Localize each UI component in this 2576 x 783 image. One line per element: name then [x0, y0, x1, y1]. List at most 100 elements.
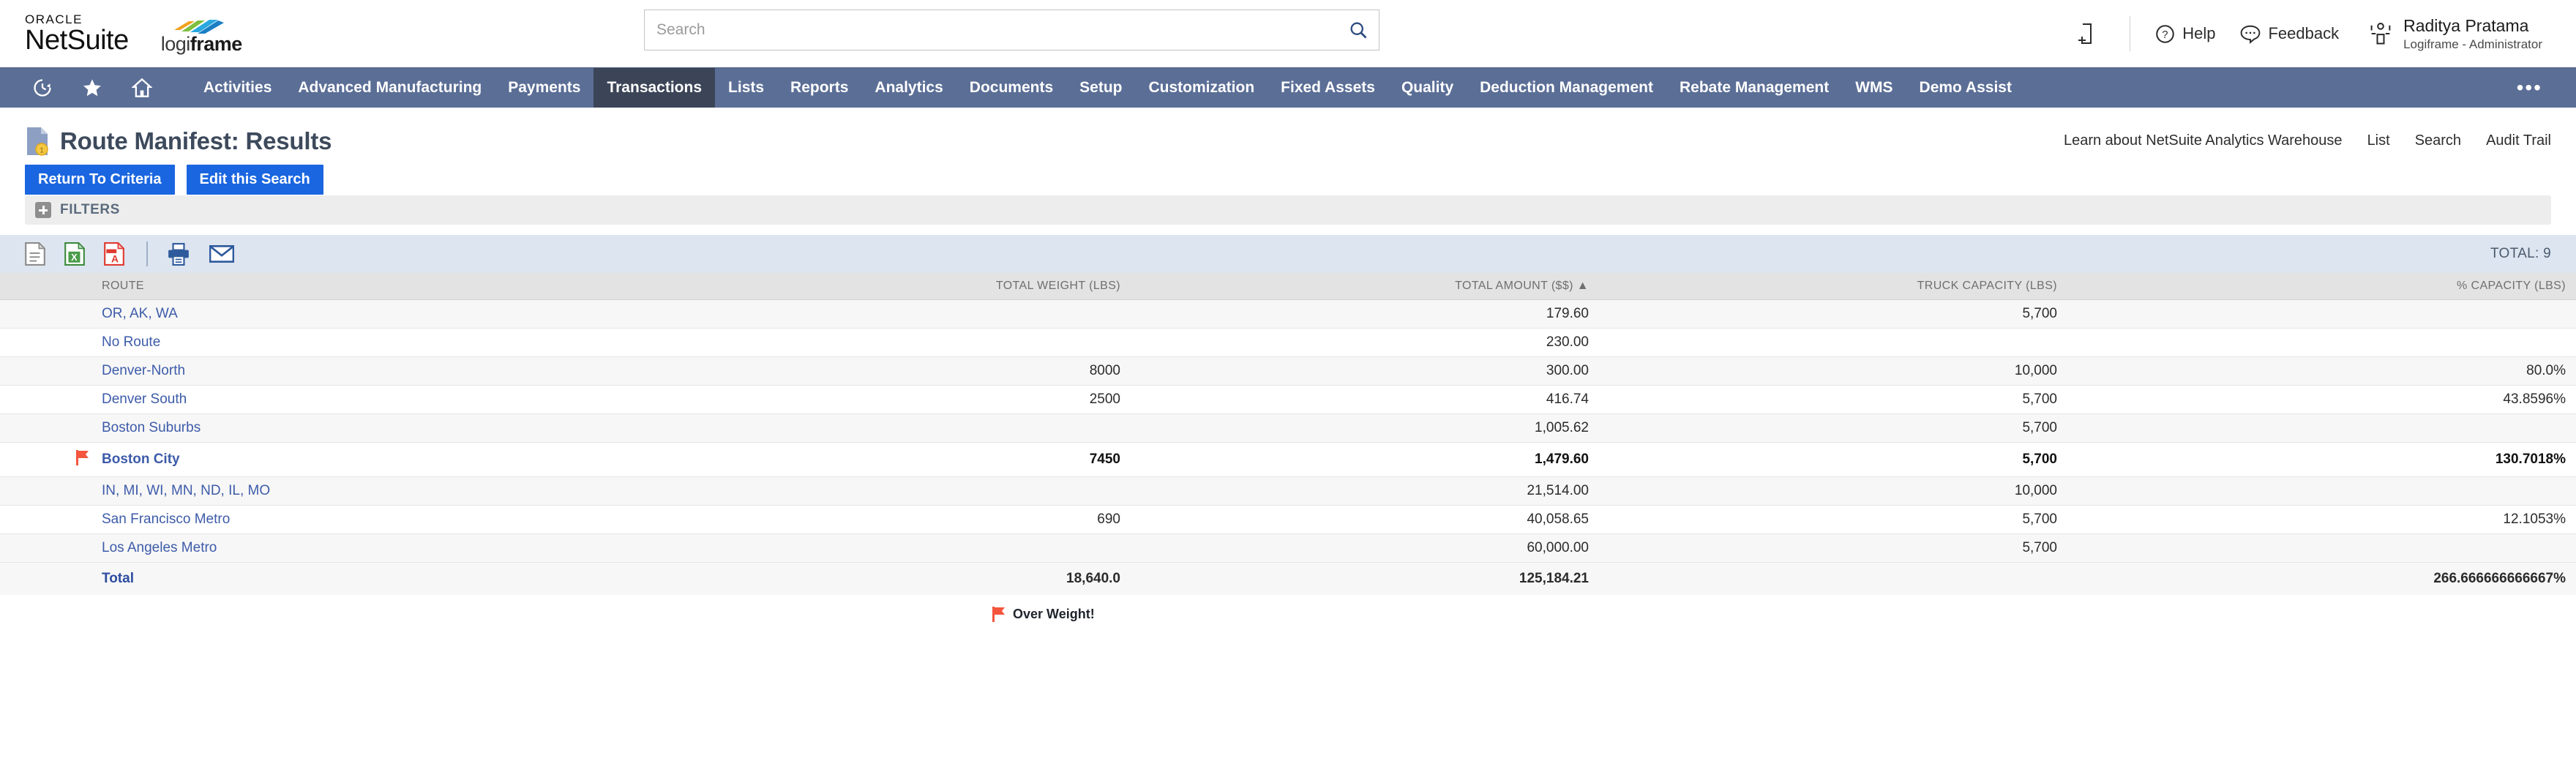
link-learn-analytics-warehouse[interactable]: Learn about NetSuite Analytics Warehouse	[2064, 132, 2343, 149]
cell-truck-capacity: 5,700	[1599, 534, 2067, 563]
global-search[interactable]	[644, 10, 1379, 50]
route-link[interactable]: Boston Suburbs	[102, 420, 201, 435]
header-right-actions: ? Help Feedback Raditya Prat	[2052, 0, 2576, 67]
link-list[interactable]: List	[2367, 132, 2390, 149]
search-icon[interactable]	[1348, 20, 1368, 40]
table-row[interactable]: Los Angeles Metro 60,000.00 5,700	[0, 534, 2576, 563]
link-audit-trail[interactable]: Audit Trail	[2486, 132, 2551, 149]
export-pdf-icon: A	[104, 242, 124, 266]
oracle-wordmark: ORACLE	[25, 13, 129, 26]
feedback-bubble-icon	[2240, 24, 2261, 44]
nav-label: Advanced Manufacturing	[298, 79, 482, 97]
oracle-netsuite-logo[interactable]: ORACLE NetSuite	[25, 13, 129, 53]
cell-route: Boston City	[91, 443, 662, 477]
table-row[interactable]: Denver South 2500 416.74 5,700 43.8596%	[0, 386, 2576, 414]
export-excel-button[interactable]: X	[64, 242, 85, 266]
cell-pct-capacity	[2067, 300, 2576, 329]
nav-item-transactions[interactable]: Transactions	[594, 68, 715, 108]
total-capacity	[1599, 563, 2067, 596]
favorites-button[interactable]	[82, 78, 102, 98]
help-button[interactable]: ? Help	[2155, 24, 2215, 44]
cell-truck-capacity: 5,700	[1599, 414, 2067, 443]
column-header-total-weight[interactable]: TOTAL WEIGHT (LBS)	[662, 273, 1131, 300]
export-pdf-button[interactable]: A	[104, 242, 124, 266]
cell-pct-capacity: 80.0%	[2067, 357, 2576, 386]
filters-bar[interactable]: FILTERS	[25, 195, 2551, 225]
nav-item-analytics[interactable]: Analytics	[861, 68, 956, 108]
user-menu[interactable]: Raditya Pratama Logiframe - Administrato…	[2368, 15, 2542, 52]
nav-item-quality[interactable]: Quality	[1388, 68, 1467, 108]
column-header-route[interactable]: ROUTE	[91, 273, 662, 300]
cell-pct-capacity: 43.8596%	[2067, 386, 2576, 414]
nav-label: Customization	[1148, 79, 1254, 97]
nav-icon-group	[0, 68, 181, 108]
nav-item-customization[interactable]: Customization	[1135, 68, 1268, 108]
svg-text:?: ?	[2163, 29, 2168, 41]
cell-truck-capacity: 10,000	[1599, 357, 2067, 386]
cell-total-weight: 7450	[662, 443, 1131, 477]
export-csv-button[interactable]	[25, 242, 45, 266]
nav-item-wms[interactable]: WMS	[1842, 68, 1906, 108]
route-link[interactable]: No Route	[102, 334, 160, 350]
nav-label: Transactions	[607, 79, 702, 97]
row-flag-cell	[0, 534, 91, 563]
nav-item-demo-assist[interactable]: Demo Assist	[1906, 68, 2025, 108]
table-row[interactable]: Boston Suburbs 1,005.62 5,700	[0, 414, 2576, 443]
svg-text:X: X	[71, 252, 78, 263]
home-button[interactable]	[132, 78, 152, 98]
search-input[interactable]	[655, 20, 1348, 40]
user-name: Raditya Pratama	[2403, 15, 2542, 37]
email-button[interactable]	[209, 244, 234, 263]
new-note-button[interactable]	[2077, 23, 2103, 45]
row-flag-cell	[0, 506, 91, 534]
table-row[interactable]: IN, MI, WI, MN, ND, IL, MO 21,514.00 10,…	[0, 477, 2576, 506]
column-header-truck-capacity[interactable]: TRUCK CAPACITY (LBS)	[1599, 273, 2067, 300]
nav-item-activities[interactable]: Activities	[190, 68, 285, 108]
link-search[interactable]: Search	[2415, 132, 2461, 149]
column-header-total-amount[interactable]: TOTAL AMOUNT ($$) ▲	[1131, 273, 1599, 300]
table-row-over-weight[interactable]: Boston City 7450 1,479.60 5,700 130.7018…	[0, 443, 2576, 477]
cell-total-weight	[662, 329, 1131, 357]
nav-overflow-button[interactable]: •••	[2506, 68, 2553, 108]
cell-route: OR, AK, WA	[91, 300, 662, 329]
table-row[interactable]: San Francisco Metro 690 40,058.65 5,700 …	[0, 506, 2576, 534]
nav-item-deduction-management[interactable]: Deduction Management	[1467, 68, 1666, 108]
nav-item-reports[interactable]: Reports	[777, 68, 861, 108]
main-navigation: Activities Advanced Manufacturing Paymen…	[0, 67, 2576, 108]
table-row[interactable]: OR, AK, WA 179.60 5,700	[0, 300, 2576, 329]
column-header-pct-capacity[interactable]: % CAPACITY (LBS)	[2067, 273, 2576, 300]
nav-item-payments[interactable]: Payments	[495, 68, 594, 108]
toolbar-divider	[146, 241, 148, 266]
return-to-criteria-button[interactable]: Return To Criteria	[25, 165, 175, 195]
route-link[interactable]: San Francisco Metro	[102, 512, 230, 527]
total-amount: 125,184.21	[1131, 563, 1599, 596]
recent-records-button[interactable]	[32, 78, 53, 98]
route-link[interactable]: Los Angeles Metro	[102, 540, 217, 555]
route-link[interactable]: IN, MI, WI, MN, ND, IL, MO	[102, 483, 270, 498]
nav-label: Activities	[203, 79, 272, 97]
account-logo: logiframe	[161, 14, 242, 54]
sort-ascending-icon: ▲	[1577, 280, 1589, 292]
nav-item-fixed-assets[interactable]: Fixed Assets	[1268, 68, 1388, 108]
nav-item-rebate-management[interactable]: Rebate Management	[1666, 68, 1842, 108]
help-label: Help	[2182, 24, 2215, 43]
nav-item-advanced-manufacturing[interactable]: Advanced Manufacturing	[285, 68, 495, 108]
feedback-button[interactable]: Feedback	[2240, 24, 2339, 44]
row-flag-cell	[0, 357, 91, 386]
cell-total-amount: 1,479.60	[1131, 443, 1599, 477]
print-button[interactable]	[167, 242, 190, 266]
nav-item-documents[interactable]: Documents	[956, 68, 1066, 108]
nav-item-lists[interactable]: Lists	[715, 68, 777, 108]
cell-total-amount: 300.00	[1131, 357, 1599, 386]
route-link[interactable]: OR, AK, WA	[102, 306, 178, 321]
expand-plus-icon[interactable]	[35, 202, 51, 218]
route-link[interactable]: Denver South	[102, 392, 187, 407]
nav-item-setup[interactable]: Setup	[1066, 68, 1135, 108]
total-label[interactable]: Total	[102, 571, 134, 586]
table-row[interactable]: No Route 230.00	[0, 329, 2576, 357]
cell-pct-capacity	[2067, 414, 2576, 443]
edit-this-search-button[interactable]: Edit this Search	[187, 165, 323, 195]
table-row[interactable]: Denver-North 8000 300.00 10,000 80.0%	[0, 357, 2576, 386]
route-link[interactable]: Boston City	[102, 452, 180, 467]
route-link[interactable]: Denver-North	[102, 363, 185, 378]
